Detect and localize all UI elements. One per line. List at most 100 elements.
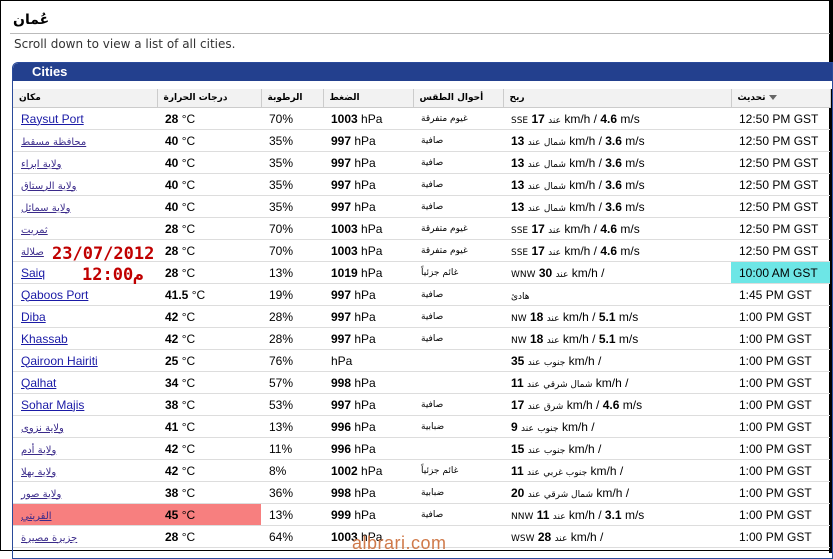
city-link[interactable]: Qalhat xyxy=(21,376,56,390)
temp-unit: °C xyxy=(181,485,196,500)
city-link[interactable]: ولاية سمائل xyxy=(21,203,70,214)
cell-wind: SSE عند 17 km/h / 4.6 m/s xyxy=(503,107,731,130)
table-row: ولاية سمائل 40 °C 35% 997 hPa صافية شمال عند … xyxy=(13,195,830,218)
col-temp[interactable]: درجات الحرارة xyxy=(157,89,262,108)
pressure-unit: hPa xyxy=(361,111,383,126)
humidity-value: 35% xyxy=(269,177,294,192)
city-link[interactable]: ولاية بهلا xyxy=(21,467,56,478)
city-link[interactable]: Raysut Port xyxy=(21,112,84,126)
city-link[interactable]: جزيرة مصيرة xyxy=(21,533,77,544)
city-link[interactable]: ولاية أدم xyxy=(21,445,56,456)
city-link[interactable]: Diba xyxy=(21,310,46,324)
conditions-text: غيوم متفرقة xyxy=(421,223,468,234)
pressure-value: 1003 xyxy=(331,111,358,126)
updated-time: 12:50 PM GST xyxy=(739,221,819,236)
pressure-value: 997 xyxy=(331,331,352,346)
wind-ms-unit: m/s xyxy=(624,507,645,522)
cell-conditions: ضبابية xyxy=(413,415,503,438)
wind-speed: 17 xyxy=(531,111,545,126)
city-link[interactable]: Sohar Majis xyxy=(21,398,84,412)
pressure-unit: hPa xyxy=(361,243,383,258)
pressure-value: 997 xyxy=(331,177,352,192)
city-link[interactable]: ثمريت xyxy=(21,225,48,236)
wind-kmh: km/h / xyxy=(568,441,602,456)
wind-direction: WSW xyxy=(511,533,535,544)
cell-temp: 28 °C xyxy=(157,107,261,130)
cell-updated: 1:00 PM GST xyxy=(731,503,830,526)
col-city[interactable]: مكان xyxy=(13,89,158,108)
city-link[interactable]: محافظة مسقط xyxy=(21,137,86,148)
cell-wind: شمال عند 13 km/h / 3.6 m/s xyxy=(503,173,731,196)
city-link[interactable]: ولاية صور xyxy=(21,489,61,500)
humidity-value: 35% xyxy=(269,199,294,214)
cell-city: Raysut Port xyxy=(13,107,157,130)
city-link[interactable]: Khassab xyxy=(21,332,68,346)
wind-ms: 3.6 xyxy=(605,155,622,170)
col-wind[interactable]: ريح xyxy=(503,89,732,108)
humidity-value: 70% xyxy=(269,243,294,258)
pressure-unit: hPa xyxy=(361,221,383,236)
cell-humidity: 28% xyxy=(261,305,323,328)
cell-pressure: 997 hPa xyxy=(323,195,413,218)
wind-sep: عند xyxy=(527,357,541,368)
wind-speed: 11 xyxy=(511,375,524,390)
wind-kmh: km/h / xyxy=(569,133,602,148)
city-link[interactable]: Qaboos Port xyxy=(21,288,88,302)
col-humidity[interactable]: الرطوبة xyxy=(261,89,324,108)
cell-wind: شرق عند 17 km/h / 4.6 m/s xyxy=(503,393,731,416)
col-conditions[interactable]: أحوال الطقس xyxy=(413,89,504,108)
wind-direction: شمال xyxy=(543,181,566,192)
wind-ms: 3.6 xyxy=(605,199,622,214)
title-divider xyxy=(10,33,830,34)
table-row: القريتي 45 °C 13% 999 hPa صافية NNW عند 11 km… xyxy=(13,503,830,526)
col-pressure[interactable]: الضغط xyxy=(323,89,414,108)
city-link[interactable]: ولاية نزوى xyxy=(21,423,64,434)
wind-speed: 17 xyxy=(531,243,545,258)
cell-pressure: 997 hPa xyxy=(323,151,413,174)
cell-pressure: 997 hPa xyxy=(323,305,413,328)
cell-updated: 12:50 PM GST xyxy=(731,151,830,174)
cell-temp: 41.5 °C xyxy=(157,283,261,306)
pressure-value: 997 xyxy=(331,397,352,412)
cell-conditions: صافية xyxy=(413,151,503,174)
humidity-value: 35% xyxy=(269,133,294,148)
cell-city: القريتي xyxy=(13,503,157,526)
wind-ms: 4.6 xyxy=(600,243,618,258)
cell-temp: 42 °C xyxy=(157,305,261,328)
cell-temp: 28 °C xyxy=(157,525,261,548)
pressure-value: 997 xyxy=(331,155,352,170)
cell-humidity: 35% xyxy=(261,173,323,196)
temp-unit: °C xyxy=(191,287,206,302)
temp-value: 42 xyxy=(165,309,179,324)
pressure-unit: hPa xyxy=(354,309,376,324)
pressure-unit: hPa xyxy=(361,265,383,280)
col-updated[interactable]: تحديث xyxy=(731,89,831,108)
cell-humidity: 8% xyxy=(261,459,323,482)
city-link[interactable]: القريتي xyxy=(21,511,52,522)
city-link[interactable]: ولاية ابراء xyxy=(21,159,61,170)
temp-unit: °C xyxy=(181,375,196,390)
cell-pressure: 999 hPa xyxy=(323,503,413,526)
updated-time: 10:00 AM GST xyxy=(739,265,818,280)
city-link[interactable]: ولاية الرستاق xyxy=(21,181,76,192)
wind-ms-unit: m/s xyxy=(620,243,640,258)
wind-sep: عند xyxy=(527,467,540,478)
wind-speed: 11 xyxy=(536,507,550,522)
cell-wind: جنوب عند 35 km/h / xyxy=(503,349,731,372)
pressure-unit: hPa xyxy=(354,441,376,456)
wind-sep: عند xyxy=(527,159,541,170)
cell-temp: 28 °C xyxy=(157,261,261,284)
table-row: Khassab 42 °C 28% 997 hPa صافية NW عند 18 km/… xyxy=(13,327,830,350)
city-link[interactable]: صلالة xyxy=(21,247,44,258)
cell-city: جزيرة مصيرة xyxy=(13,525,157,548)
wind-direction: WNW xyxy=(511,269,536,280)
cell-temp: 34 °C xyxy=(157,371,261,394)
wind-kmh: km/h / xyxy=(595,375,629,390)
updated-time: 1:00 PM GST xyxy=(739,397,812,412)
city-link[interactable]: Saiq xyxy=(21,266,45,280)
city-link[interactable]: Qairoon Hairiti xyxy=(21,354,98,368)
cell-conditions: غائم جزئياً xyxy=(413,459,503,482)
conditions-text: غائم جزئياً xyxy=(421,465,459,476)
wind-kmh: km/h / xyxy=(568,507,602,522)
conditions-text: صافية xyxy=(421,289,444,300)
